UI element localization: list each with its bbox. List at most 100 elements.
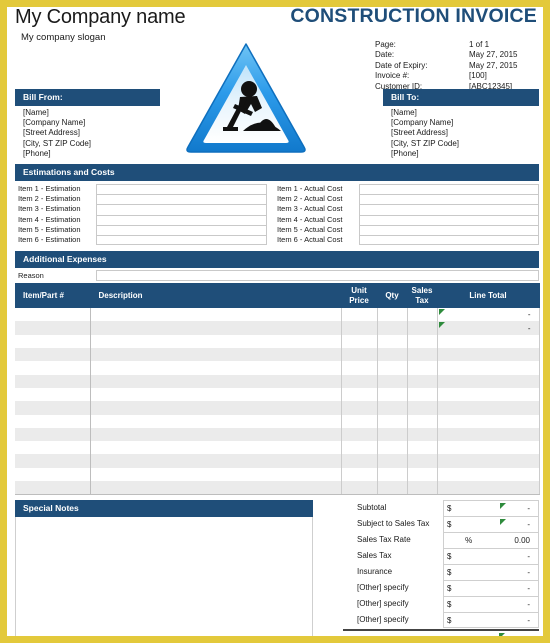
- table-row[interactable]: [15, 334, 540, 349]
- actual-cost-input[interactable]: [359, 204, 539, 215]
- cell-description[interactable]: [90, 321, 342, 335]
- cell-unit-price[interactable]: [341, 387, 378, 402]
- cell-line-total[interactable]: [437, 387, 540, 402]
- actual-cost-input[interactable]: [359, 184, 539, 195]
- cell-line-total[interactable]: [437, 361, 540, 375]
- cell-unit-price[interactable]: [341, 321, 378, 335]
- cell-description[interactable]: [90, 387, 342, 402]
- cell-description[interactable]: [90, 480, 342, 496]
- cell-description[interactable]: [90, 308, 342, 322]
- actual-cost-input[interactable]: [359, 234, 539, 246]
- cell-unit-price[interactable]: [341, 480, 378, 496]
- totals-label-other-3[interactable]: [Other] specify: [343, 612, 443, 628]
- sales-tax-rate-input[interactable]: % 0.00: [443, 532, 539, 549]
- cell-item[interactable]: [15, 374, 91, 388]
- table-row[interactable]: [15, 480, 540, 496]
- cell-qty[interactable]: [377, 454, 408, 468]
- cell-qty[interactable]: [377, 401, 408, 415]
- bill-from-lines[interactable]: [Name] [Company Name] [Street Address] […: [15, 106, 160, 159]
- cell-item[interactable]: [15, 427, 91, 442]
- cell-item[interactable]: [15, 467, 91, 481]
- cell-line-total[interactable]: [437, 414, 540, 428]
- cell-description[interactable]: [90, 467, 342, 481]
- table-row[interactable]: [15, 427, 540, 442]
- estimation-input[interactable]: [96, 234, 267, 246]
- estimation-input[interactable]: [96, 184, 267, 195]
- cell-item[interactable]: [15, 308, 91, 322]
- cell-unit-price[interactable]: [341, 334, 378, 349]
- estimation-input[interactable]: [96, 224, 267, 235]
- cell-sales-tax[interactable]: [407, 334, 438, 349]
- cell-item[interactable]: [15, 441, 91, 455]
- table-row[interactable]: [15, 361, 540, 375]
- cell-description[interactable]: [90, 374, 342, 388]
- table-row[interactable]: -: [15, 321, 540, 335]
- cell-qty[interactable]: [377, 334, 408, 349]
- cell-unit-price[interactable]: [341, 414, 378, 428]
- cell-qty[interactable]: [377, 374, 408, 388]
- cell-description[interactable]: [90, 441, 342, 455]
- cell-description[interactable]: [90, 361, 342, 375]
- cell-sales-tax[interactable]: [407, 480, 438, 496]
- totals-label-other-1[interactable]: [Other] specify: [343, 580, 443, 596]
- cell-line-total[interactable]: -: [437, 321, 540, 335]
- cell-line-total[interactable]: [437, 427, 540, 442]
- cell-item[interactable]: [15, 454, 91, 468]
- cell-line-total[interactable]: [437, 454, 540, 468]
- cell-description[interactable]: [90, 334, 342, 349]
- cell-line-total[interactable]: [437, 334, 540, 349]
- table-row[interactable]: [15, 374, 540, 388]
- cell-sales-tax[interactable]: [407, 308, 438, 322]
- cell-sales-tax[interactable]: [407, 348, 438, 362]
- cell-unit-price[interactable]: [341, 348, 378, 362]
- table-row[interactable]: [15, 401, 540, 415]
- cell-qty[interactable]: [377, 361, 408, 375]
- cell-item[interactable]: [15, 414, 91, 428]
- cell-unit-price[interactable]: [341, 441, 378, 455]
- cell-sales-tax[interactable]: [407, 401, 438, 415]
- cell-line-total[interactable]: [437, 480, 540, 496]
- cell-qty[interactable]: [377, 427, 408, 442]
- cell-qty[interactable]: [377, 348, 408, 362]
- other-1-input[interactable]: $ -: [443, 580, 539, 597]
- table-row[interactable]: [15, 387, 540, 402]
- table-row[interactable]: [15, 454, 540, 468]
- insurance-input[interactable]: $ -: [443, 564, 539, 581]
- cell-description[interactable]: [90, 454, 342, 468]
- cell-unit-price[interactable]: [341, 467, 378, 481]
- cell-qty[interactable]: [377, 321, 408, 335]
- actual-cost-input[interactable]: [359, 224, 539, 235]
- cell-sales-tax[interactable]: [407, 361, 438, 375]
- cell-qty[interactable]: [377, 414, 408, 428]
- cell-sales-tax[interactable]: [407, 387, 438, 402]
- cell-item[interactable]: [15, 321, 91, 335]
- estimation-input[interactable]: [96, 194, 267, 205]
- cell-sales-tax[interactable]: [407, 374, 438, 388]
- actual-cost-input[interactable]: [359, 214, 539, 225]
- cell-unit-price[interactable]: [341, 427, 378, 442]
- cell-description[interactable]: [90, 427, 342, 442]
- cell-sales-tax[interactable]: [407, 454, 438, 468]
- cell-line-total[interactable]: [437, 467, 540, 481]
- cell-line-total[interactable]: [437, 441, 540, 455]
- bill-to-lines[interactable]: [Name] [Company Name] [Street Address] […: [383, 106, 539, 159]
- totals-label-other-2[interactable]: [Other] specify: [343, 596, 443, 612]
- table-row[interactable]: [15, 348, 540, 362]
- cell-sales-tax[interactable]: [407, 441, 438, 455]
- cell-unit-price[interactable]: [341, 374, 378, 388]
- table-row[interactable]: [15, 414, 540, 428]
- cell-unit-price[interactable]: [341, 361, 378, 375]
- cell-item[interactable]: [15, 401, 91, 415]
- cell-qty[interactable]: [377, 441, 408, 455]
- table-row[interactable]: -: [15, 308, 540, 322]
- estimation-input[interactable]: [96, 214, 267, 225]
- cell-line-total[interactable]: -: [437, 308, 540, 322]
- cell-line-total[interactable]: [437, 401, 540, 415]
- actual-cost-input[interactable]: [359, 194, 539, 205]
- table-row[interactable]: [15, 467, 540, 481]
- reason-input[interactable]: [96, 270, 539, 282]
- cell-sales-tax[interactable]: [407, 467, 438, 481]
- cell-item[interactable]: [15, 361, 91, 375]
- cell-line-total[interactable]: [437, 348, 540, 362]
- cell-item[interactable]: [15, 334, 91, 349]
